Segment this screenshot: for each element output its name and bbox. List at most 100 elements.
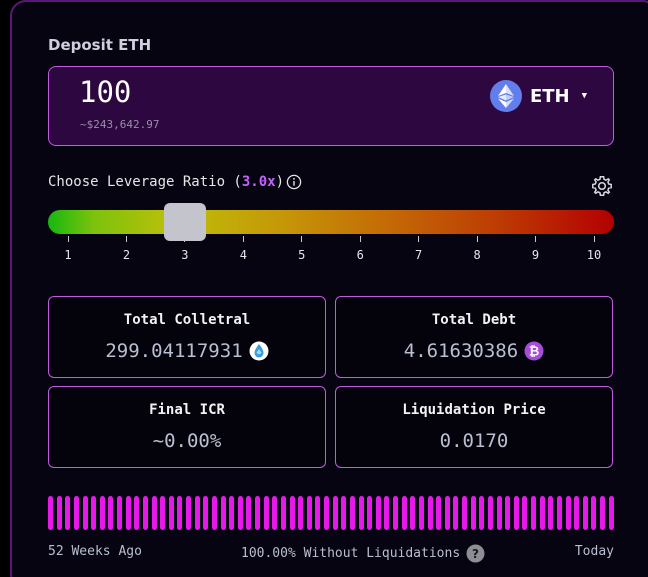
history-bar [142,496,148,530]
leverage-tick-mark [359,236,361,242]
leverage-tick-label: 8 [473,248,481,262]
history-bar [280,496,286,530]
leverage-tick-label: 4 [239,248,247,262]
leverage-label-close: ) [275,174,285,190]
history-bar [186,496,191,530]
leverage-tick: 10 [584,236,604,262]
history-bar [427,496,433,530]
help-icon[interactable]: ? [466,544,485,563]
history-bar [108,496,114,530]
history-bar [470,496,476,530]
history-bar [401,496,407,530]
history-bar [56,496,62,530]
history-bar [194,496,200,530]
leverage-tick: 5 [292,236,312,262]
total-collateral-card: Total Colletral 299.04117931 [48,296,326,378]
final-icr-title: Final ICR [149,402,225,418]
history-bar [65,496,71,530]
liquidation-price-title: Liquidation Price [402,402,546,418]
history-bar [418,496,424,530]
history-bar [384,496,390,530]
history-bar [608,496,614,530]
liquidation-price-value: 0.0170 [439,430,509,452]
history-bar [565,496,571,530]
history-bar [306,496,312,530]
leverage-label-text: Choose Leverage Ratio ( [48,174,242,190]
history-bar [117,496,122,530]
leverage-tick: 8 [467,236,487,262]
history-end-label: Today [574,544,614,559]
leverage-label: Choose Leverage Ratio (3.0x) [48,174,302,190]
history-bar [73,496,79,530]
final-icr-card: Final ICR ~0.00% [48,386,326,468]
history-bar [436,496,442,530]
history-bar [522,496,528,530]
history-bar [272,496,278,530]
history-bar [82,496,88,530]
history-bar [513,496,519,530]
leverage-tick: 2 [116,236,136,262]
total-collateral-row: 299.04117931 [49,340,325,362]
leverage-tick-label: 3 [181,248,189,262]
history-bar [177,496,183,530]
history-bar [160,496,166,530]
history-bar [324,496,329,530]
token-name: ETH [529,85,570,107]
final-icr-value: ~0.00% [152,430,222,452]
history-bar [211,496,217,530]
history-bar [237,496,243,530]
history-bar [255,496,260,530]
deposit-amount-input[interactable]: 100 [79,75,131,109]
history-bar [203,496,209,530]
history-bar [168,496,174,530]
gear-icon[interactable] [591,175,613,201]
history-bar [393,496,398,530]
history-bar [548,496,554,530]
history-bar [505,496,511,530]
liquidation-price-card: Liquidation Price 0.0170 [335,386,613,468]
history-bar [444,496,450,530]
history-start-label: 52 Weeks Ago [48,544,142,559]
leverage-tick: 7 [409,236,429,262]
history-bar [453,496,459,530]
history-bar [298,496,304,530]
bitcoin-icon: ₿ [524,341,544,361]
leverage-tick-label: 7 [415,248,423,262]
history-bar [539,496,545,530]
history-bar [229,496,235,530]
history-bar [582,496,588,530]
history-summary-text: 100.00% Without Liquidations [241,546,461,561]
leverage-tick: 1 [58,236,78,262]
liquidation-history-bars [48,496,614,530]
history-bar [462,496,467,530]
leverage-tick-mark [242,236,244,242]
history-bar [332,496,338,530]
history-bar [349,496,355,530]
token-selector[interactable]: ETH ▼ [489,79,587,113]
leverage-slider-track[interactable] [48,210,614,234]
total-debt-title: Total Debt [431,312,517,328]
leverage-tick-label: 9 [531,248,540,262]
history-bar [48,496,53,530]
history-bar [91,496,97,530]
leverage-tick-mark [418,236,420,242]
history-bar [246,496,252,530]
history-bar [531,496,536,530]
deposit-input-box[interactable]: 100 ~$243,642.97 ETH ▼ [48,66,614,146]
leverage-tick: 6 [350,236,370,262]
total-debt-row: 4.61630386 ₿ [336,340,612,362]
leverage-tick-label: 6 [356,248,364,262]
total-collateral-title: Total Colletral [123,312,251,328]
leverage-tick-mark [301,236,303,242]
leverage-tick-mark [125,236,127,242]
info-icon[interactable] [286,174,302,190]
leverage-tick-label: 2 [122,248,131,262]
leverage-tick-mark [184,236,186,242]
history-bar [591,496,597,530]
history-summary: 100.00% Without Liquidations ? [241,544,485,563]
total-collateral-value: 299.04117931 [105,340,243,362]
leverage-value: 3.0x [241,174,276,190]
staked-eth-icon [249,341,269,361]
leverage-tick-mark [593,236,595,242]
history-bar [556,496,562,530]
